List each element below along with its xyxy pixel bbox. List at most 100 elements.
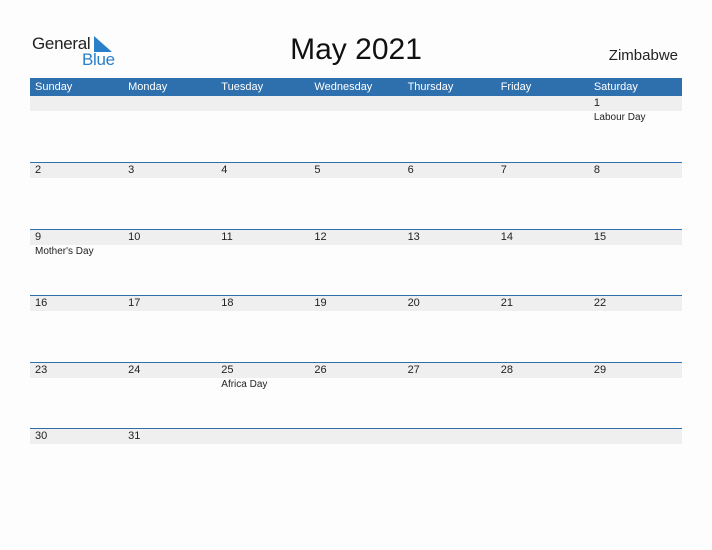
calendar-title: May 2021: [290, 33, 422, 66]
weekday-tuesday: Tuesday: [221, 81, 264, 93]
day-cell: 4: [216, 163, 309, 193]
day-number: 3: [128, 164, 135, 176]
week-row: 16 17 18 19 20 21 22: [30, 295, 682, 362]
day-cell: 25 Africa Day: [216, 363, 309, 393]
day-number: 23: [35, 363, 48, 376]
week-row: 2 3 4 5 6 7 8: [30, 162, 682, 229]
day-number: 7: [500, 164, 507, 176]
week-row: 30 31: [30, 428, 682, 495]
day-number: 2: [35, 164, 42, 176]
weekday-wednesday: Wednesday: [314, 81, 373, 93]
day-number: 18: [221, 297, 234, 309]
day-number: 25: [221, 363, 234, 376]
day-cell: 17: [123, 296, 216, 326]
day-cell: 23: [30, 363, 123, 393]
day-number: [221, 96, 309, 111]
weekday-friday: Friday: [500, 81, 532, 93]
empty-day-cell: [403, 429, 496, 459]
day-number: 8: [593, 164, 600, 176]
empty-day-cell: [309, 429, 402, 459]
day-cell: 14: [496, 230, 589, 260]
day-number: [501, 429, 589, 444]
day-cell: 11: [216, 230, 309, 260]
day-number: 10: [128, 230, 141, 243]
day-cell: 12: [309, 230, 402, 260]
week-days: 30 31: [30, 429, 682, 459]
empty-day-cell: [309, 96, 402, 126]
day-number: 6: [407, 164, 414, 176]
day-number: [128, 96, 216, 111]
day-cell: 1 Labour Day: [589, 96, 682, 126]
week-days: 9 Mother's Day 10 11 12 13 14 15: [30, 230, 682, 260]
day-number: [35, 96, 123, 111]
empty-day-cell: [403, 96, 496, 126]
day-number: 13: [407, 230, 420, 243]
week-days: 2 3 4 5 6 7 8: [30, 163, 682, 193]
day-cell: 9 Mother's Day: [30, 230, 123, 260]
weekday-thursday: Thursday: [407, 81, 454, 93]
day-cell: 5: [309, 163, 402, 193]
day-number: 22: [593, 297, 607, 309]
week-days: 23 24 25 Africa Day 26 27 28 29: [30, 363, 682, 393]
holiday-label: Labour Day: [593, 112, 646, 123]
day-cell: 8: [589, 163, 682, 193]
week-row: 1 Labour Day: [30, 96, 682, 162]
empty-day-cell: [496, 429, 589, 459]
day-cell: 24: [123, 363, 216, 393]
empty-day-cell: [496, 96, 589, 126]
day-number: 15: [593, 230, 607, 243]
day-number: [314, 429, 402, 444]
day-cell: 20: [403, 296, 496, 326]
day-cell: 19: [309, 296, 402, 326]
day-cell: 31: [123, 429, 216, 459]
week-days: 1 Labour Day: [30, 96, 682, 126]
day-number: 9: [35, 230, 42, 243]
day-number: [594, 429, 682, 444]
country-label: Zimbabwe: [608, 47, 678, 64]
day-number: 17: [128, 297, 141, 309]
day-cell: 29: [589, 363, 682, 393]
day-number: 12: [314, 230, 327, 243]
day-number: [408, 429, 496, 444]
day-cell: 16: [30, 296, 123, 326]
day-cell: 26: [309, 363, 402, 393]
day-number: 4: [221, 164, 228, 176]
day-number: [314, 96, 402, 111]
empty-day-cell: [589, 429, 682, 459]
weekday-saturday: Saturday: [593, 81, 638, 93]
day-number: [408, 96, 496, 111]
empty-day-cell: [30, 96, 123, 126]
day-cell: 2: [30, 163, 123, 193]
day-cell: 6: [403, 163, 496, 193]
calendar-grid: Sunday Monday Tuesday Wednesday Thursday Frid…: [30, 78, 682, 495]
holiday-label: Mother's Day: [35, 245, 94, 257]
day-number: 1: [593, 97, 600, 109]
weekday-sunday: Sunday: [35, 81, 73, 93]
day-number: [501, 96, 589, 111]
holiday-label: Africa Day: [221, 378, 268, 390]
day-cell: 7: [496, 163, 589, 193]
day-cell: 22: [589, 296, 682, 326]
day-number: 16: [35, 297, 48, 309]
day-cell: 15: [589, 230, 682, 260]
week-days: 16 17 18 19 20 21 22: [30, 296, 682, 326]
day-number: 30: [35, 430, 48, 442]
day-cell: 27: [403, 363, 496, 393]
day-cell: 30: [30, 429, 123, 459]
empty-day-cell: [216, 96, 309, 126]
day-cell: 10: [123, 230, 216, 260]
day-number: 14: [500, 230, 513, 243]
day-cell: 18: [216, 296, 309, 326]
day-number: 24: [128, 363, 141, 376]
day-number: 31: [128, 430, 141, 442]
day-number: 11: [221, 230, 233, 243]
day-number: 28: [500, 363, 513, 376]
calendar-weeks: 1 Labour Day 2 3 4 5 6 7 8 9 Mother's Day 10 11 12 13 1…: [30, 96, 682, 495]
empty-day-cell: [123, 96, 216, 126]
week-row: 23 24 25 Africa Day 26 27 28 29: [30, 361, 682, 429]
day-cell: 13: [403, 230, 496, 260]
day-number: 19: [314, 297, 327, 309]
weekday-monday: Monday: [128, 81, 168, 93]
day-cell: 21: [496, 296, 589, 326]
weekday-header: Sunday Monday Tuesday Wednesday Thursday Frid…: [30, 78, 682, 96]
